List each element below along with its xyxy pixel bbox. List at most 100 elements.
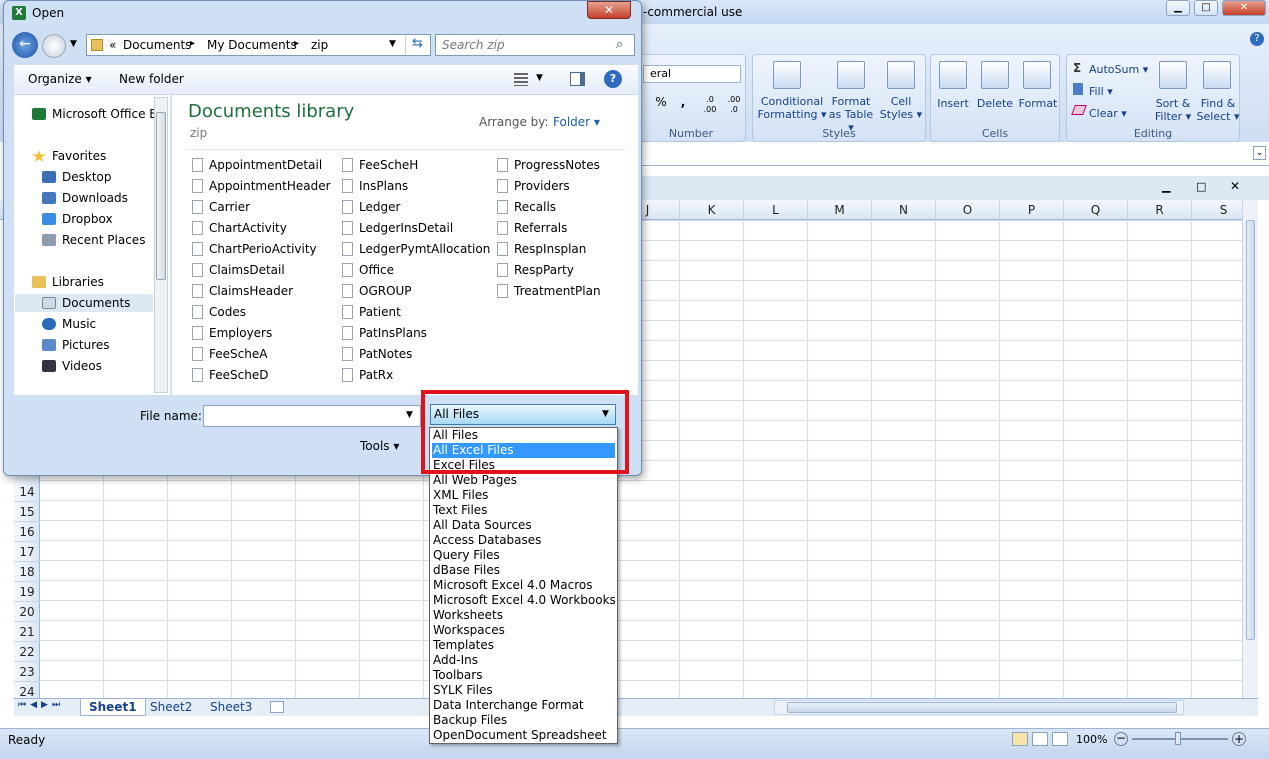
file-item[interactable]: ProgressNotes bbox=[497, 158, 600, 172]
refresh-icon[interactable]: ⇆ bbox=[405, 36, 429, 54]
search-box[interactable]: Search zip ⌕ bbox=[435, 34, 635, 56]
file-item[interactable]: LedgerPymtAllocation bbox=[342, 242, 490, 256]
file-item[interactable]: Carrier bbox=[192, 200, 250, 214]
row-header[interactable]: 22 bbox=[14, 642, 40, 662]
nav-item-recent-places[interactable]: Recent Places bbox=[42, 233, 145, 247]
file-type-option[interactable]: Templates bbox=[432, 638, 615, 653]
increase-decimal-button[interactable]: .0 .00 bbox=[699, 95, 721, 115]
column-header[interactable]: R bbox=[1128, 200, 1192, 220]
zoom-level[interactable]: 100% bbox=[1076, 733, 1107, 746]
file-name-dropdown-icon[interactable]: ▼ bbox=[406, 410, 413, 420]
address-bar[interactable]: « Documents ▸ My Documents ▸ zip ▼ ⇆ bbox=[86, 34, 431, 56]
sheet-nav-arrows[interactable]: ⏮◀▶⏭ bbox=[18, 700, 64, 710]
cell-styles-button[interactable]: Cell Styles ▾ bbox=[879, 95, 923, 121]
file-item[interactable]: ClaimsDetail bbox=[192, 263, 285, 277]
file-item[interactable]: ClaimsHeader bbox=[192, 284, 293, 298]
comma-button[interactable]: , bbox=[675, 95, 691, 115]
help-icon[interactable]: ? bbox=[604, 70, 622, 88]
file-item[interactable]: ChartActivity bbox=[192, 221, 287, 235]
maximize-button[interactable]: □ bbox=[1194, 0, 1218, 16]
column-header[interactable]: L bbox=[744, 200, 808, 220]
file-type-option[interactable]: Workspaces bbox=[432, 623, 615, 638]
file-type-option[interactable]: Data Interchange Format bbox=[432, 698, 615, 713]
zoom-in-icon[interactable]: + bbox=[1232, 732, 1246, 746]
file-item[interactable]: AppointmentHeader bbox=[192, 179, 331, 193]
file-item[interactable]: Recalls bbox=[497, 200, 556, 214]
forward-icon[interactable] bbox=[42, 34, 66, 58]
row-header[interactable]: 17 bbox=[14, 542, 40, 562]
zoom-out-icon[interactable]: − bbox=[1114, 732, 1128, 746]
nav-item-pictures[interactable]: Pictures bbox=[42, 338, 110, 352]
wb-minimize-icon[interactable]: ▁ bbox=[1162, 180, 1170, 193]
clear-button[interactable]: Clear ▾ bbox=[1089, 107, 1139, 120]
search-icon[interactable]: ⌕ bbox=[616, 37, 623, 52]
row-header[interactable]: 16 bbox=[14, 522, 40, 542]
file-item[interactable]: InsPlans bbox=[342, 179, 408, 193]
breadcrumb-my-documents[interactable]: My Documents bbox=[207, 38, 297, 52]
nav-item-downloads[interactable]: Downloads bbox=[42, 191, 128, 205]
column-header[interactable]: K bbox=[680, 200, 744, 220]
column-header[interactable]: M bbox=[808, 200, 872, 220]
insert-sheet-icon[interactable] bbox=[270, 701, 284, 713]
preview-pane-icon[interactable] bbox=[570, 72, 585, 86]
file-type-option[interactable]: XML Files bbox=[432, 488, 615, 503]
conditional-formatting-button[interactable]: Conditional Formatting ▾ bbox=[757, 95, 827, 121]
file-item[interactable]: PatInsPlans bbox=[342, 326, 427, 340]
nav-scroll-thumb[interactable] bbox=[156, 112, 166, 280]
page-layout-icon[interactable] bbox=[1032, 732, 1048, 746]
wb-restore-icon[interactable]: □ bbox=[1196, 180, 1206, 193]
file-item[interactable]: FeeScheA bbox=[192, 347, 267, 361]
file-item[interactable]: Office bbox=[342, 263, 394, 277]
file-type-option[interactable]: SYLK Files bbox=[432, 683, 615, 698]
file-type-option[interactable]: Text Files bbox=[432, 503, 615, 518]
nav-item-favorites[interactable]: Favorites bbox=[32, 149, 106, 163]
nav-item-libraries[interactable]: Libraries bbox=[32, 275, 104, 289]
file-item[interactable]: AppointmentDetail bbox=[192, 158, 322, 172]
file-item[interactable]: FeeScheD bbox=[192, 368, 268, 382]
view-dropdown-icon[interactable]: ▼ bbox=[536, 73, 543, 83]
file-type-option[interactable]: OpenDocument Spreadsheet bbox=[432, 728, 615, 743]
page-break-icon[interactable] bbox=[1052, 732, 1068, 746]
dialog-close-button[interactable]: ✕ bbox=[587, 1, 631, 19]
wb-close-icon[interactable]: ✕ bbox=[1230, 179, 1240, 193]
file-item[interactable]: Referrals bbox=[497, 221, 567, 235]
breadcrumb-documents[interactable]: Documents bbox=[123, 38, 191, 52]
help-icon[interactable]: ? bbox=[1250, 32, 1264, 46]
normal-view-icon[interactable] bbox=[1012, 732, 1028, 746]
fill-button[interactable]: Fill ▾ bbox=[1089, 85, 1129, 98]
breadcrumb-zip[interactable]: zip bbox=[311, 38, 328, 52]
view-options-icon[interactable] bbox=[514, 73, 528, 86]
row-header[interactable]: 20 bbox=[14, 602, 40, 622]
percent-button[interactable]: % bbox=[651, 95, 671, 115]
tab-sheet3[interactable]: Sheet3 bbox=[202, 699, 260, 716]
file-item[interactable]: ChartPerioActivity bbox=[192, 242, 317, 256]
tools-button[interactable]: Tools ▾ bbox=[360, 439, 399, 453]
h-scroll-thumb[interactable] bbox=[787, 702, 1177, 713]
file-item[interactable]: Patient bbox=[342, 305, 401, 319]
arrange-by-dropdown[interactable]: Folder ▾ bbox=[553, 115, 600, 129]
file-type-option[interactable]: dBase Files bbox=[432, 563, 615, 578]
file-item[interactable]: Providers bbox=[497, 179, 570, 193]
breadcrumb-separator[interactable]: ▸ bbox=[294, 38, 299, 49]
file-type-option[interactable]: Microsoft Excel 4.0 Workbooks bbox=[432, 593, 616, 608]
file-item[interactable]: LedgerInsDetail bbox=[342, 221, 453, 235]
zoom-slider-thumb[interactable] bbox=[1175, 732, 1181, 745]
breadcrumb-separator[interactable]: ▸ bbox=[190, 38, 195, 49]
file-item[interactable]: Codes bbox=[192, 305, 246, 319]
delete-button[interactable]: Delete bbox=[975, 97, 1015, 110]
format-button[interactable]: Format bbox=[1017, 97, 1059, 110]
back-icon[interactable]: ← bbox=[12, 32, 38, 58]
column-header[interactable]: Q bbox=[1064, 200, 1128, 220]
file-item[interactable]: PatRx bbox=[342, 368, 393, 382]
column-header[interactable]: O bbox=[936, 200, 1000, 220]
horizontal-scrollbar[interactable] bbox=[774, 700, 1184, 715]
file-item[interactable]: RespInsplan bbox=[497, 242, 586, 256]
row-header[interactable]: 19 bbox=[14, 582, 40, 602]
decrease-decimal-button[interactable]: .00 .0 bbox=[723, 95, 745, 115]
organize-button[interactable]: Organize ▾ bbox=[28, 72, 92, 86]
nav-item-office[interactable]: Microsoft Office Ex bbox=[32, 107, 164, 121]
file-item[interactable]: PatNotes bbox=[342, 347, 412, 361]
number-format-select[interactable]: eral bbox=[643, 65, 741, 83]
insert-button[interactable]: Insert bbox=[933, 97, 973, 110]
tab-sheet1[interactable]: Sheet1 bbox=[80, 699, 146, 716]
